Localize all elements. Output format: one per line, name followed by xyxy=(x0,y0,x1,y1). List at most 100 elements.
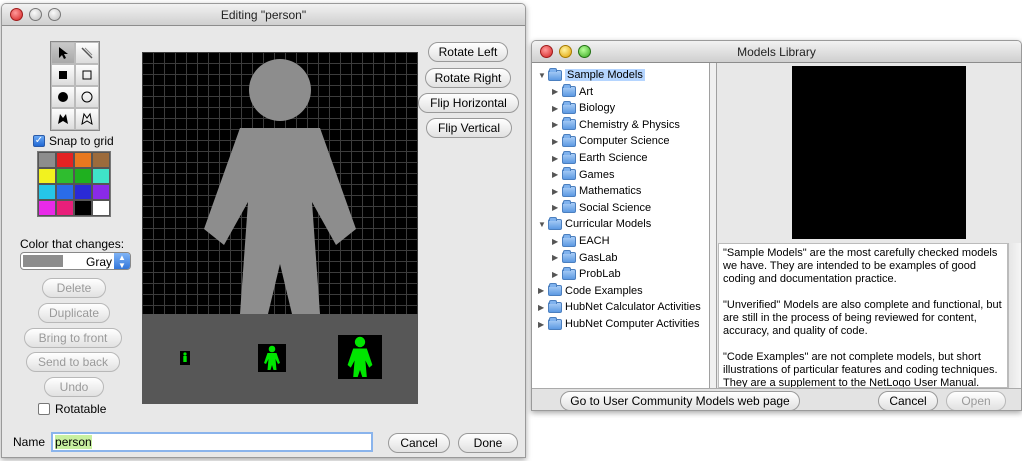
color-swatch[interactable] xyxy=(56,200,74,216)
tree-subfolder[interactable]: ▶ Biology xyxy=(552,100,615,116)
color-swatch[interactable] xyxy=(38,152,56,168)
disclosure-right-icon[interactable]: ▶ xyxy=(552,187,562,196)
send-to-back-button[interactable]: Send to back xyxy=(26,352,120,372)
disclosure-right-icon[interactable]: ▶ xyxy=(552,270,562,279)
filled-circle-icon xyxy=(58,92,68,102)
folder-icon xyxy=(548,299,562,313)
duplicate-button[interactable]: Duplicate xyxy=(38,303,110,323)
tree-item-label: Earth Science xyxy=(579,152,648,164)
snap-to-grid[interactable]: ✓ Snap to grid xyxy=(33,134,114,148)
color-swatch[interactable] xyxy=(56,184,74,200)
disclosure-right-icon[interactable]: ▶ xyxy=(552,120,562,129)
tree-scrollbar[interactable] xyxy=(710,63,717,388)
disclosure-right-icon[interactable]: ▶ xyxy=(552,237,562,246)
tree-subfolder[interactable]: ▶ GasLab xyxy=(552,250,618,266)
tree-folder[interactable]: ▼ Curricular Models xyxy=(538,216,651,232)
disclosure-right-icon[interactable]: ▶ xyxy=(552,170,562,179)
description-scrollbar[interactable] xyxy=(1008,243,1021,388)
disclosure-right-icon[interactable]: ▶ xyxy=(538,320,548,329)
circle-tool[interactable] xyxy=(75,86,99,108)
delete-button[interactable]: Delete xyxy=(42,278,106,298)
filled-rectangle-tool[interactable] xyxy=(51,64,75,86)
color-swatch[interactable] xyxy=(38,168,56,184)
disclosure-right-icon[interactable]: ▶ xyxy=(552,253,562,262)
tree-subfolder[interactable]: ▶ Chemistry & Physics xyxy=(552,117,680,133)
name-row: Name person xyxy=(13,432,374,452)
color-swatch[interactable] xyxy=(74,168,92,184)
color-changes-select[interactable]: Gray ▲ ▼ xyxy=(20,252,131,270)
filled-polygon-tool[interactable] xyxy=(51,108,75,130)
filled-circle-tool[interactable] xyxy=(51,86,75,108)
drawing-canvas[interactable] xyxy=(142,52,418,404)
tree-subfolder[interactable]: ▶ EACH xyxy=(552,233,610,249)
flip-vertical-button[interactable]: Flip Vertical xyxy=(426,118,512,138)
disclosure-down-icon[interactable]: ▼ xyxy=(538,71,548,80)
shape-previews xyxy=(142,314,418,404)
tree-subfolder[interactable]: ▶ ProbLab xyxy=(552,266,621,282)
disclosure-right-icon[interactable]: ▶ xyxy=(552,154,562,163)
folder-icon xyxy=(562,266,576,280)
bring-to-front-button[interactable]: Bring to front xyxy=(24,328,122,348)
select-tool[interactable] xyxy=(51,42,75,64)
tree-subfolder[interactable]: ▶ Art xyxy=(552,84,593,100)
rotatable-checkbox[interactable] xyxy=(38,403,50,415)
tree-folder[interactable]: ▼ Sample Models xyxy=(538,67,645,83)
line-icon xyxy=(81,47,93,59)
rotate-right-button[interactable]: Rotate Right xyxy=(425,68,511,88)
color-swatch[interactable] xyxy=(56,152,74,168)
color-swatch[interactable] xyxy=(56,168,74,184)
name-input[interactable]: person xyxy=(51,432,374,452)
disclosure-down-icon[interactable]: ▼ xyxy=(538,220,548,229)
color-swatch[interactable] xyxy=(74,200,92,216)
library-open-button[interactable]: Open xyxy=(946,391,1006,410)
community-models-button[interactable]: Go to User Community Models web page xyxy=(560,391,800,410)
undo-button[interactable]: Undo xyxy=(44,377,104,397)
disclosure-right-icon[interactable]: ▶ xyxy=(552,87,562,96)
folder-icon xyxy=(548,283,562,297)
color-swatch[interactable] xyxy=(92,200,110,216)
library-title: Models Library xyxy=(737,45,816,59)
tree-item-label: Computer Science xyxy=(579,135,670,148)
disclosure-right-icon[interactable]: ▶ xyxy=(538,303,548,312)
tree-subfolder[interactable]: ▶ Social Science xyxy=(552,200,651,216)
folder-icon xyxy=(562,233,576,247)
tree-subfolder[interactable]: ▶ Earth Science xyxy=(552,150,647,166)
rectangle-tool[interactable] xyxy=(75,64,99,86)
disclosure-right-icon[interactable]: ▶ xyxy=(552,137,562,146)
rotatable-option[interactable]: Rotatable xyxy=(38,402,106,416)
color-swatch[interactable] xyxy=(92,184,110,200)
color-swatch[interactable] xyxy=(74,184,92,200)
editor-titlebar: Editing "person" xyxy=(2,4,525,26)
snap-checkbox[interactable]: ✓ xyxy=(33,135,45,147)
models-library-window: Models Library ▼ Sample Models ▶ Art ▶ Biolog… xyxy=(531,40,1022,411)
tree-subfolder[interactable]: ▶ Computer Science xyxy=(552,133,670,149)
color-swatch[interactable] xyxy=(92,168,110,184)
polygon-tool[interactable] xyxy=(75,108,99,130)
folder-icon xyxy=(562,167,576,181)
tree-folder[interactable]: ▶ HubNet Computer Activities xyxy=(538,316,700,332)
person-shape[interactable] xyxy=(142,52,418,314)
description-paragraph: "Unverified" Models are also complete an… xyxy=(723,299,1002,337)
tree-subfolder[interactable]: ▶ Games xyxy=(552,167,614,183)
tree-folder[interactable]: ▶ HubNet Calculator Activities xyxy=(538,299,701,315)
color-swatch[interactable] xyxy=(92,152,110,168)
editor-cancel-button[interactable]: Cancel xyxy=(388,433,450,453)
library-cancel-button[interactable]: Cancel xyxy=(878,391,938,410)
color-swatch[interactable] xyxy=(74,152,92,168)
disclosure-right-icon[interactable]: ▶ xyxy=(552,203,562,212)
line-tool[interactable] xyxy=(75,42,99,64)
disclosure-right-icon[interactable]: ▶ xyxy=(552,104,562,113)
color-swatch[interactable] xyxy=(38,200,56,216)
folder-icon xyxy=(562,117,576,131)
tree-item-label: Mathematics xyxy=(579,185,642,198)
tree-item-label: Social Science xyxy=(579,201,652,214)
disclosure-right-icon[interactable]: ▶ xyxy=(538,286,548,295)
up-down-arrows-icon: ▲ ▼ xyxy=(114,253,130,269)
flip-horizontal-button[interactable]: Flip Horizontal xyxy=(418,93,519,113)
editor-done-button[interactable]: Done xyxy=(458,433,518,453)
color-swatch[interactable] xyxy=(38,184,56,200)
snap-label: Snap to grid xyxy=(49,134,114,148)
tree-subfolder[interactable]: ▶ Mathematics xyxy=(552,183,641,199)
tree-folder[interactable]: ▶ Code Examples xyxy=(538,283,643,299)
rotate-left-button[interactable]: Rotate Left xyxy=(428,42,508,62)
